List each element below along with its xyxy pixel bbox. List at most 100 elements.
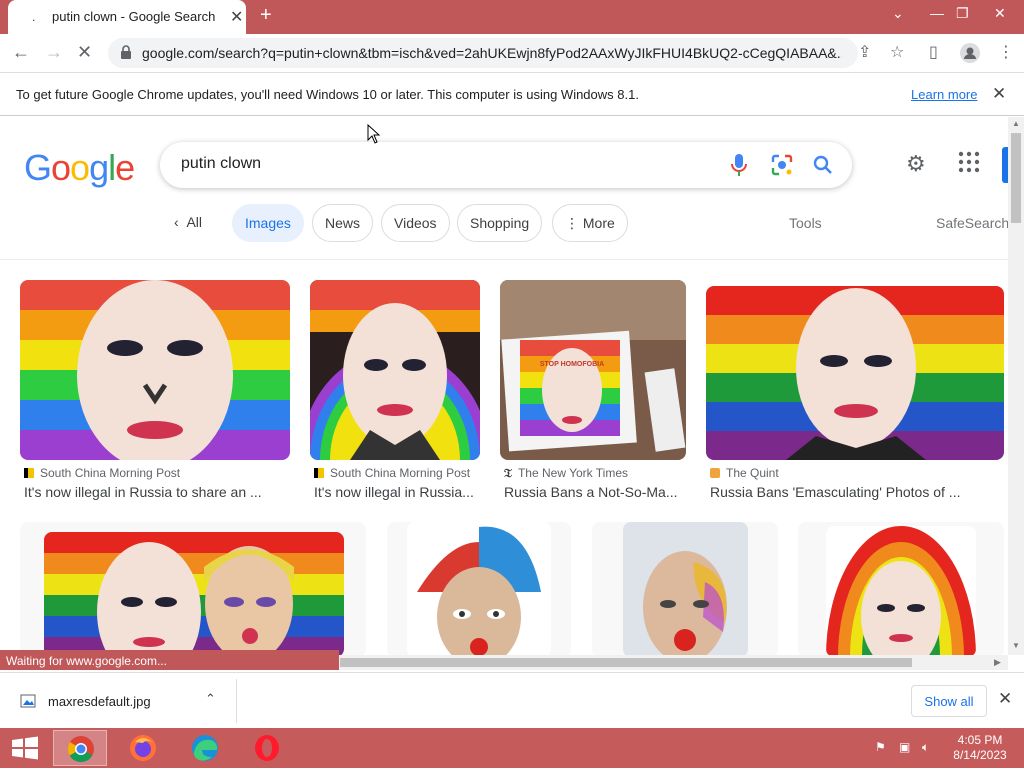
search-query[interactable]: putin clown: [181, 155, 261, 173]
infobar-message: To get future Google Chrome updates, you…: [16, 87, 639, 102]
result-title[interactable]: It's now illegal in Russia to share an .…: [24, 484, 286, 500]
firefox-icon[interactable]: [116, 730, 170, 766]
vertical-scrollbar[interactable]: ▲ ▼: [1008, 117, 1024, 655]
scroll-right-icon[interactable]: ▶: [994, 657, 1001, 668]
result-source: The Quint: [726, 466, 779, 480]
back-icon[interactable]: ←: [12, 42, 30, 63]
result-thumbnail: [310, 280, 480, 460]
action-center-flag-icon[interactable]: ⚑: [875, 740, 886, 754]
result-thumbnail: [20, 280, 290, 460]
result-title[interactable]: It's now illegal in Russia...: [314, 484, 480, 500]
clock-time: 4:05 PM: [957, 733, 1003, 747]
lens-icon[interactable]: [771, 154, 793, 176]
vertical-scroll-thumb[interactable]: [1011, 133, 1021, 223]
tab-search-chevron-icon[interactable]: ⌄: [892, 5, 904, 22]
back-chevron-icon: ‹: [174, 214, 187, 230]
lock-icon: [121, 45, 131, 59]
result-thumbnail: [407, 522, 551, 655]
tab-images[interactable]: Images: [232, 204, 304, 242]
tab-title: putin clown - Google Search: [52, 9, 216, 24]
download-separator: [236, 679, 237, 723]
download-filename[interactable]: maxresdefault.jpg: [48, 694, 151, 709]
tab-all[interactable]: ‹ All: [166, 204, 214, 242]
image-result[interactable]: [592, 522, 778, 655]
bookmark-star-icon[interactable]: ☆: [890, 42, 904, 62]
search-box[interactable]: putin clown: [160, 142, 852, 188]
google-logo[interactable]: Google: [24, 147, 135, 189]
result-thumbnail: [826, 526, 976, 655]
safesearch-button[interactable]: SafeSearch: [936, 215, 1008, 231]
result-source: South China Morning Post: [40, 466, 181, 480]
windows-start-icon[interactable]: [0, 730, 50, 766]
window-close-icon[interactable]: ✕: [994, 5, 1006, 22]
url-text: google.com/search?q=putin+clown&tbm=isch…: [142, 45, 842, 61]
show-all-button[interactable]: Show all: [911, 685, 987, 717]
browser-tab[interactable]: . putin clown - Google Search ✕: [8, 0, 246, 34]
download-chevron-up-icon[interactable]: ⌃: [205, 691, 216, 707]
windows-taskbar: ⚑ ▣ 🔈︎ 4:05 PM 8/14/2023: [0, 728, 1024, 768]
result-thumbnail: [44, 532, 344, 655]
menu-kebab-icon[interactable]: ⋮: [998, 42, 1014, 62]
image-result[interactable]: The Quint Russia Bans 'Emasculating' Pho…: [706, 280, 1004, 510]
minimize-icon[interactable]: —: [930, 5, 944, 21]
chrome-icon: [67, 736, 94, 763]
scroll-up-icon[interactable]: ▲: [1012, 119, 1020, 128]
tab-shopping[interactable]: Shopping: [457, 204, 543, 242]
opera-icon[interactable]: [240, 730, 294, 766]
scmp-favicon-icon: [314, 468, 324, 478]
image-result[interactable]: South China Morning Post It's now illega…: [310, 280, 480, 510]
profile-avatar-icon[interactable]: [960, 43, 980, 63]
result-source: The New York Times: [517, 466, 629, 480]
edge-icon[interactable]: [178, 730, 232, 766]
side-panel-icon[interactable]: ▯: [929, 42, 938, 62]
taskbar-chrome[interactable]: [53, 730, 107, 766]
apps-grid-icon[interactable]: [958, 151, 980, 173]
header-divider: [0, 259, 1008, 260]
volume-muted-icon[interactable]: 🔈︎: [922, 740, 929, 755]
tab-news[interactable]: News: [312, 204, 374, 242]
restore-icon[interactable]: ❐: [956, 5, 969, 22]
scroll-down-icon[interactable]: ▼: [1012, 641, 1020, 650]
search-icon[interactable]: [812, 154, 834, 176]
tab-videos[interactable]: Videos: [381, 204, 450, 242]
scmp-favicon-icon: [24, 468, 34, 478]
stop-loading-icon[interactable]: ✕: [77, 42, 92, 63]
result-thumbnail: [706, 286, 1004, 460]
result-thumbnail: STOP HOMOFOBIA: [500, 280, 686, 460]
tab-favicon-icon: .: [32, 10, 36, 24]
mouse-cursor-icon: [367, 124, 381, 144]
browser-title-bar: . putin clown - Google Search ✕ + ⌄ — ❐ …: [0, 0, 1024, 34]
tools-button[interactable]: Tools: [789, 215, 822, 231]
image-file-icon: [20, 694, 36, 708]
image-result[interactable]: STOP HOMOFOBIA 𝔗 The New York Times Russi…: [500, 280, 686, 510]
update-infobar: To get future Google Chrome updates, you…: [0, 72, 1024, 116]
tab-close-icon[interactable]: ✕: [230, 7, 243, 27]
browser-toolbar: ← → ✕ google.com/search?q=putin+clown&tb…: [0, 34, 1024, 72]
download-shelf: maxresdefault.jpg ⌃ Show all ✕: [0, 672, 1024, 728]
image-result[interactable]: South China Morning Post It's now illega…: [20, 280, 290, 510]
poster-text: STOP HOMOFOBIA: [540, 361, 604, 368]
learn-more-link[interactable]: Learn more: [911, 87, 977, 102]
image-result[interactable]: [387, 522, 571, 655]
taskbar-clock[interactable]: 4:05 PM 8/14/2023: [944, 733, 1016, 763]
tab-more[interactable]: ⋮ More: [552, 204, 628, 242]
new-tab-icon[interactable]: +: [260, 4, 272, 27]
forward-icon[interactable]: →: [45, 42, 63, 63]
share-icon[interactable]: ⇪: [858, 42, 871, 62]
infobar-close-icon[interactable]: ✕: [992, 84, 1006, 104]
settings-gear-icon[interactable]: ⚙: [906, 151, 926, 177]
more-dots-icon: ⋮: [565, 215, 583, 231]
result-thumbnail: [623, 522, 748, 655]
search-results-page: Google putin clown ⚙ ‹ All Images News V…: [0, 117, 1008, 655]
download-shelf-close-icon[interactable]: ✕: [998, 689, 1012, 709]
address-bar[interactable]: google.com/search?q=putin+clown&tbm=isch…: [108, 38, 858, 68]
image-result[interactable]: [798, 522, 1004, 655]
result-title[interactable]: Russia Bans 'Emasculating' Photos of ...: [710, 484, 1004, 500]
quint-favicon-icon: [710, 468, 720, 478]
network-icon[interactable]: ▣: [899, 740, 910, 754]
result-title[interactable]: Russia Bans a Not-So-Ma...: [504, 484, 686, 500]
microphone-icon[interactable]: [730, 152, 748, 178]
image-result[interactable]: [20, 522, 366, 655]
result-source: South China Morning Post: [330, 466, 471, 480]
horizontal-scroll-thumb[interactable]: [340, 658, 912, 667]
